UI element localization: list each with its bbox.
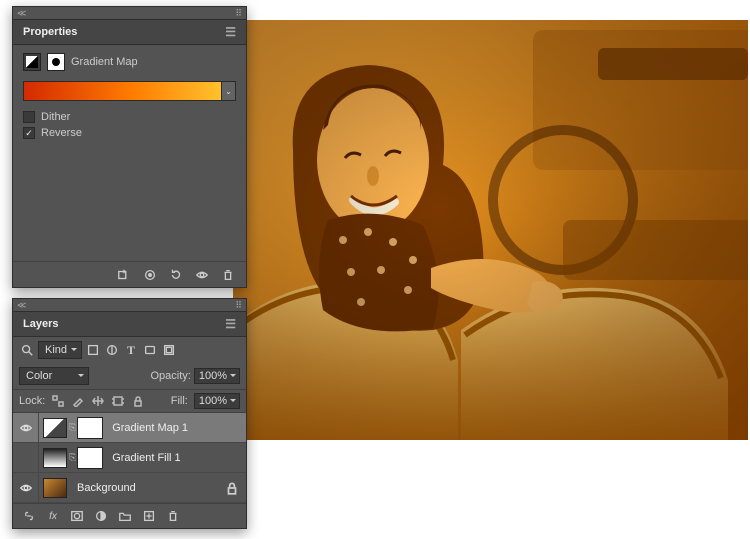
adjustment-thumb[interactable] bbox=[43, 418, 67, 438]
link-layers-icon[interactable] bbox=[21, 508, 37, 524]
collapse-icon[interactable]: ≪ bbox=[17, 300, 26, 311]
lock-pixels-icon[interactable] bbox=[71, 394, 85, 408]
collapse-icon[interactable]: ≪ bbox=[17, 8, 26, 19]
blend-mode-dropdown[interactable]: Color bbox=[19, 367, 89, 385]
add-mask-icon[interactable] bbox=[69, 508, 85, 524]
gradient-dropdown-icon[interactable]: ⌄ bbox=[221, 82, 235, 100]
visibility-toggle[interactable] bbox=[13, 473, 39, 502]
blend-opacity-row: Color Opacity: 100% bbox=[13, 363, 246, 389]
link-icon[interactable]: ⎘ bbox=[69, 452, 76, 463]
visibility-toggle[interactable] bbox=[13, 443, 39, 472]
reverse-label: Reverse bbox=[41, 127, 82, 139]
adjustment-type-label: Gradient Map bbox=[71, 56, 138, 68]
layers-tab[interactable]: Layers ☰ bbox=[13, 311, 246, 337]
layer-name[interactable]: Gradient Fill 1 bbox=[112, 452, 180, 464]
mask-thumb[interactable] bbox=[78, 448, 102, 468]
fill-input[interactable]: 100% bbox=[194, 393, 240, 409]
search-icon[interactable] bbox=[19, 342, 35, 358]
layers-title: Layers bbox=[23, 318, 58, 330]
delete-layer-icon[interactable] bbox=[165, 508, 181, 524]
clip-to-layer-icon[interactable] bbox=[116, 267, 132, 283]
filter-shape-icon[interactable] bbox=[142, 342, 158, 358]
lock-artboard-icon[interactable] bbox=[111, 394, 125, 408]
layer-name[interactable]: Gradient Map 1 bbox=[112, 422, 188, 434]
opacity-label: Opacity: bbox=[151, 370, 191, 382]
canvas-preview bbox=[233, 20, 748, 440]
properties-title: Properties bbox=[23, 26, 77, 38]
properties-tab[interactable]: Properties ☰ bbox=[13, 19, 246, 45]
new-group-icon[interactable] bbox=[117, 508, 133, 524]
filter-adjustment-icon[interactable] bbox=[104, 342, 120, 358]
fill-thumb[interactable] bbox=[43, 448, 67, 468]
layer-row[interactable]: ⎘ Gradient Map 1 bbox=[13, 413, 246, 443]
filter-kind-dropdown[interactable]: Kind bbox=[38, 341, 82, 359]
layer-list: ⎘ Gradient Map 1 ⎘ Gradient Fill 1 bbox=[13, 413, 246, 503]
panel-topbar: ≪ ⠿ bbox=[13, 299, 246, 311]
layer-name[interactable]: Background bbox=[77, 482, 136, 494]
panel-topbar: ≪ ⠿ bbox=[13, 7, 246, 19]
lock-row: Lock: Fill: 100% bbox=[13, 389, 246, 413]
view-previous-state-icon[interactable] bbox=[142, 267, 158, 283]
layer-row[interactable]: ⎘ Gradient Fill 1 bbox=[13, 443, 246, 473]
layer-mask-icon[interactable] bbox=[47, 53, 65, 71]
filter-smart-icon[interactable] bbox=[161, 342, 177, 358]
panel-drag-dots-icon[interactable]: ⠿ bbox=[235, 8, 242, 19]
reset-icon[interactable] bbox=[168, 267, 184, 283]
layers-footer: fx bbox=[13, 503, 246, 528]
opacity-input[interactable]: 100% bbox=[194, 368, 240, 384]
delete-adjustment-icon[interactable] bbox=[220, 267, 236, 283]
lock-icon bbox=[224, 480, 240, 496]
lock-all-icon[interactable] bbox=[131, 394, 145, 408]
filter-type-icon[interactable]: T bbox=[123, 342, 139, 358]
gradient-map-adjustment-icon bbox=[23, 53, 41, 71]
panel-menu-icon[interactable]: ☰ bbox=[225, 25, 236, 39]
panel-drag-dots-icon[interactable]: ⠿ bbox=[235, 300, 242, 311]
link-icon[interactable]: ⎘ bbox=[69, 422, 76, 433]
filter-pixel-icon[interactable] bbox=[85, 342, 101, 358]
fx-icon[interactable]: fx bbox=[45, 508, 61, 524]
lock-label: Lock: bbox=[19, 395, 45, 407]
new-layer-icon[interactable] bbox=[141, 508, 157, 524]
lock-transparency-icon[interactable] bbox=[51, 394, 65, 408]
visibility-toggle[interactable] bbox=[13, 413, 39, 442]
new-adjustment-icon[interactable] bbox=[93, 508, 109, 524]
properties-panel: ≪ ⠿ Properties ☰ Gradient Map ⌄ Dither ✓… bbox=[12, 6, 247, 288]
lock-position-icon[interactable] bbox=[91, 394, 105, 408]
layers-panel: ≪ ⠿ Layers ☰ Kind T Color Opacity: 100% … bbox=[12, 298, 247, 529]
layer-row[interactable]: Background bbox=[13, 473, 246, 503]
dither-label: Dither bbox=[41, 111, 70, 123]
layer-thumb[interactable] bbox=[43, 478, 67, 498]
layers-filter-row: Kind T bbox=[13, 337, 246, 363]
reverse-checkbox[interactable]: ✓ bbox=[23, 127, 35, 139]
adjustment-header: Gradient Map bbox=[23, 53, 236, 71]
fill-label: Fill: bbox=[171, 395, 188, 407]
toggle-visibility-icon[interactable] bbox=[194, 267, 210, 283]
dither-checkbox[interactable] bbox=[23, 111, 35, 123]
gradient-picker[interactable]: ⌄ bbox=[23, 81, 236, 101]
panel-menu-icon[interactable]: ☰ bbox=[225, 317, 236, 331]
mask-thumb[interactable] bbox=[78, 418, 102, 438]
